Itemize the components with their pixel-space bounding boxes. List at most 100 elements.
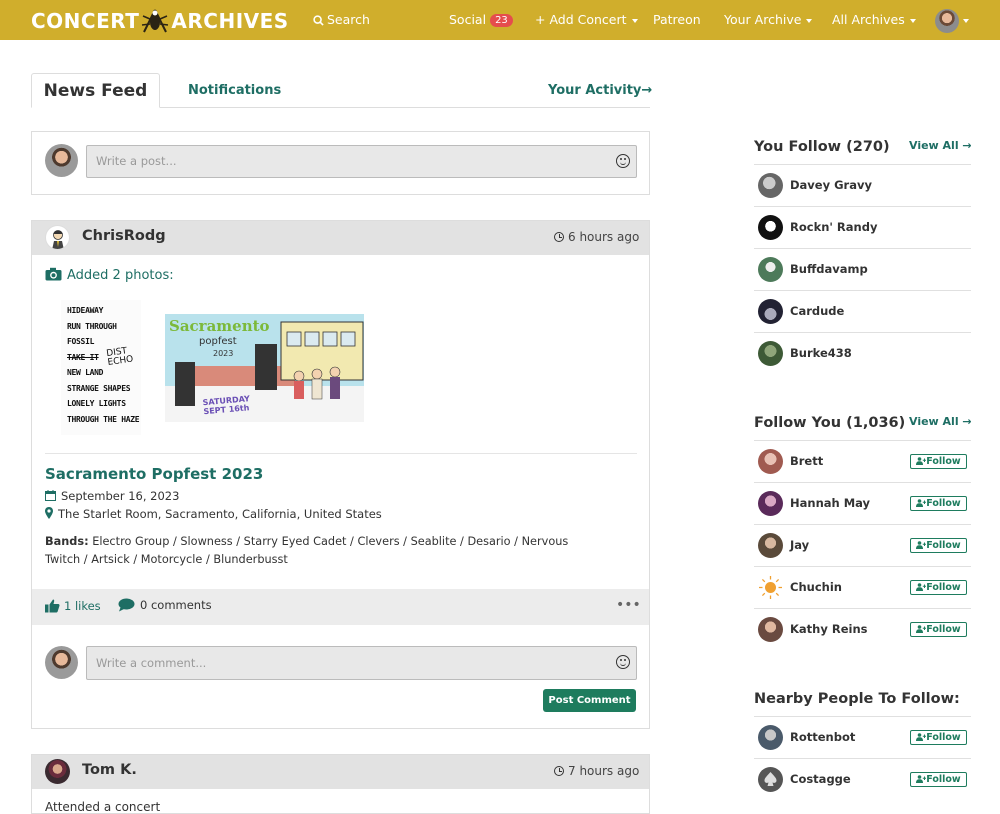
view-all-followers-link[interactable]: View All → bbox=[909, 415, 972, 428]
person-name[interactable]: Rockn' Randy bbox=[790, 220, 877, 234]
post-username[interactable]: ChrisRodg bbox=[82, 228, 166, 244]
follow-button[interactable]: Follow bbox=[910, 622, 967, 637]
list-item[interactable]: Cardude bbox=[754, 290, 971, 332]
person-name[interactable]: Buffdavamp bbox=[790, 262, 868, 276]
person-name[interactable]: Jay bbox=[790, 538, 809, 552]
person-name[interactable]: Rottenbot bbox=[790, 730, 855, 744]
person-name[interactable]: Chuchin bbox=[790, 580, 842, 594]
follow-you-heading: Follow You (1,036) bbox=[754, 415, 906, 431]
chevron-down-icon[interactable] bbox=[963, 19, 969, 23]
list-item[interactable]: Davey Gravy bbox=[754, 164, 971, 206]
avatar bbox=[758, 257, 783, 282]
nearby-heading: Nearby People To Follow: bbox=[754, 691, 960, 707]
list-item[interactable]: Chuchin Follow bbox=[754, 566, 971, 608]
logo-text-left: CONCERT bbox=[31, 9, 140, 33]
tab-notifications[interactable]: Notifications bbox=[188, 83, 281, 98]
post-comment-button[interactable]: Post Comment bbox=[543, 689, 636, 712]
person-name[interactable]: Brett bbox=[790, 454, 823, 468]
view-all-following-link[interactable]: View All → bbox=[909, 139, 972, 152]
avatar bbox=[758, 617, 783, 642]
like-button[interactable]: 1 likes bbox=[45, 599, 101, 613]
comments-button[interactable]: 0 comments bbox=[118, 598, 212, 612]
likes-count: 1 likes bbox=[64, 599, 101, 613]
user-plus-icon bbox=[916, 625, 927, 633]
avatar[interactable] bbox=[45, 225, 70, 250]
nav-your-archive[interactable]: Your Archive bbox=[724, 12, 813, 27]
list-item[interactable]: Buffdavamp bbox=[754, 248, 971, 290]
nav-add-concert[interactable]: + Add Concert bbox=[535, 12, 638, 27]
clock-icon bbox=[554, 232, 564, 242]
comment-input[interactable]: Write a comment... bbox=[86, 646, 637, 680]
user-plus-icon bbox=[916, 583, 927, 591]
avatar bbox=[758, 491, 783, 516]
nav-search[interactable]: Search bbox=[313, 12, 370, 27]
setlist-line: HIDEAWAY bbox=[67, 306, 104, 315]
follow-button[interactable]: Follow bbox=[910, 772, 967, 787]
list-item[interactable]: Kathy Reins Follow bbox=[754, 608, 971, 650]
clock-icon bbox=[554, 766, 564, 776]
setlist-photo[interactable]: HIDEAWAY RUN THROUGH FOSSIL TAKE IT NEW … bbox=[61, 300, 141, 435]
your-activity-link[interactable]: Your Activity→ bbox=[548, 83, 652, 98]
site-logo[interactable]: CONCERT ARCHIVES bbox=[31, 8, 289, 34]
event-date-text: September 16, 2023 bbox=[61, 489, 180, 503]
post-timestamp: 6 hours ago bbox=[554, 230, 639, 244]
chevron-down-icon bbox=[631, 18, 638, 23]
nav-your-archive-label: Your Archive bbox=[724, 12, 802, 27]
avatar bbox=[758, 725, 783, 750]
follow-button[interactable]: Follow bbox=[910, 454, 967, 469]
list-item[interactable]: Jay Follow bbox=[754, 524, 971, 566]
list-item[interactable]: Rockn' Randy bbox=[754, 206, 971, 248]
user-avatar-menu[interactable] bbox=[935, 9, 959, 33]
search-icon bbox=[313, 15, 324, 26]
avatar bbox=[758, 449, 783, 474]
avatar bbox=[45, 646, 78, 679]
person-name[interactable]: Davey Gravy bbox=[790, 178, 872, 192]
list-item[interactable]: Rottenbot Follow bbox=[754, 716, 971, 758]
event-title-link[interactable]: Sacramento Popfest 2023 bbox=[45, 465, 263, 483]
follow-button[interactable]: Follow bbox=[910, 730, 967, 745]
chevron-down-icon bbox=[909, 18, 916, 23]
popfest-poster-photo[interactable]: Sacramento popfest 2023 SATURDAY SEPT 16… bbox=[165, 314, 364, 422]
setlist-line: THROUGH THE HAZE bbox=[67, 414, 140, 424]
thumbs-up-icon bbox=[45, 599, 60, 613]
list-item[interactable]: Costagge Follow bbox=[754, 758, 971, 800]
person-name[interactable]: Kathy Reins bbox=[790, 622, 868, 636]
avatar bbox=[758, 533, 783, 558]
person-name[interactable]: Costagge bbox=[790, 772, 851, 786]
bands-list[interactable]: Electro Group / Slowness / Starry Eyed C… bbox=[45, 535, 568, 566]
smiley-icon[interactable] bbox=[616, 154, 630, 168]
follow-button[interactable]: Follow bbox=[910, 580, 967, 595]
avatar bbox=[758, 575, 783, 600]
tab-news-feed[interactable]: News Feed bbox=[31, 73, 160, 108]
list-item[interactable]: Brett Follow bbox=[754, 440, 971, 482]
post-username[interactable]: Tom K. bbox=[82, 762, 137, 778]
user-plus-icon bbox=[916, 457, 927, 465]
person-name[interactable]: Cardude bbox=[790, 304, 844, 318]
avatar bbox=[758, 767, 783, 792]
nav-social[interactable]: Social 23 bbox=[449, 12, 513, 27]
map-marker-icon bbox=[45, 507, 53, 519]
nav-patreon[interactable]: Patreon bbox=[653, 12, 701, 27]
more-options-icon[interactable]: ••• bbox=[616, 597, 641, 613]
follow-label: Follow bbox=[926, 456, 961, 467]
comment-input-placeholder: Write a comment... bbox=[96, 656, 207, 670]
person-name[interactable]: Burke438 bbox=[790, 346, 852, 360]
nav-all-archives[interactable]: All Archives bbox=[832, 12, 916, 27]
nav-all-archives-label: All Archives bbox=[832, 12, 905, 27]
chevron-down-icon bbox=[806, 18, 813, 23]
post-action-text: Added 2 photos: bbox=[45, 267, 174, 283]
post-input[interactable]: Write a post... bbox=[86, 145, 637, 178]
comment-icon bbox=[118, 598, 135, 612]
setlist-line: RUN THROUGH bbox=[67, 321, 117, 331]
list-item[interactable]: Burke438 bbox=[754, 332, 971, 374]
follow-button[interactable]: Follow bbox=[910, 538, 967, 553]
person-name[interactable]: Hannah May bbox=[790, 496, 870, 510]
event-venue-text[interactable]: The Starlet Room, Sacramento, California… bbox=[58, 507, 382, 521]
follow-label: Follow bbox=[926, 498, 961, 509]
avatar[interactable] bbox=[45, 759, 70, 784]
nav-social-label: Social bbox=[449, 12, 487, 27]
follow-button[interactable]: Follow bbox=[910, 496, 967, 511]
smiley-icon[interactable] bbox=[616, 655, 630, 669]
spade-icon bbox=[764, 772, 777, 786]
list-item[interactable]: Hannah May Follow bbox=[754, 482, 971, 524]
